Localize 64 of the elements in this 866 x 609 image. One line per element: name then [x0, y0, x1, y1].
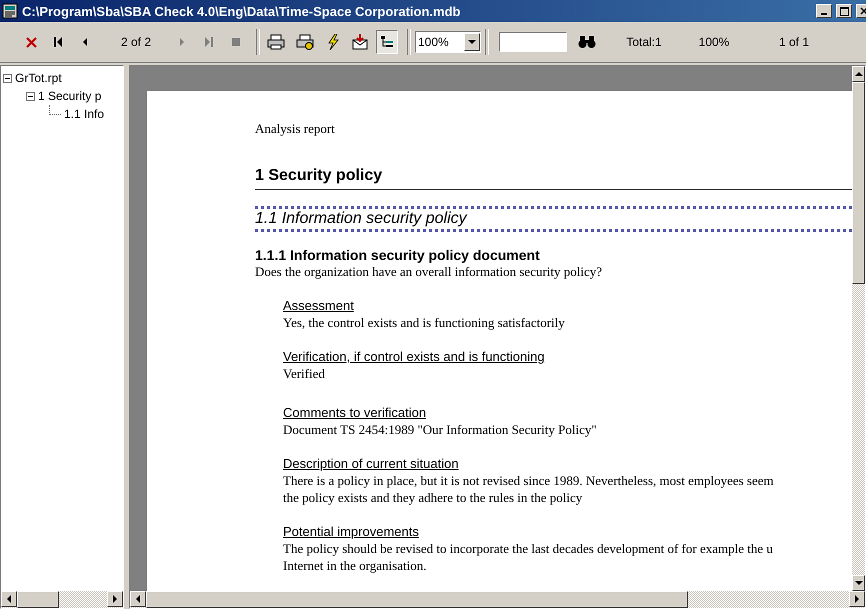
scrollbar-thumb[interactable]	[17, 591, 59, 608]
binoculars-icon	[578, 35, 596, 49]
scrollbar-thumb[interactable]	[852, 82, 865, 284]
scroll-left-button[interactable]	[1, 591, 17, 607]
field-value: There is a policy in place, but it is not revised since 1989. Nevertheless, most employees seem	[283, 472, 775, 489]
search-field[interactable]	[499, 32, 567, 52]
field-value: The policy should be revised to incorporate the last decades development of for example the u	[283, 540, 774, 557]
window-title: C:\Program\Sba\SBA Check 4.0\Eng\Data\Time-Space Corporation.mdb	[22, 4, 462, 18]
right-arrow-icon	[111, 595, 119, 603]
minimize-button[interactable]	[816, 4, 832, 18]
subsection-heading[interactable]: 1.1 Information security policy	[255, 206, 852, 232]
printer-icon	[296, 34, 314, 50]
group-tree-toggle[interactable]	[376, 30, 398, 54]
lightning-icon	[327, 34, 339, 50]
field-label: Comments to verification	[283, 404, 428, 421]
field-value: the policy exists and they adhere to the rules in the policy	[283, 489, 584, 506]
scroll-up-button[interactable]	[852, 66, 865, 82]
report-header: Analysis report	[255, 121, 335, 136]
zoom-dropdown[interactable]: 100%	[415, 31, 481, 53]
field-value: Yes, the control exists and is functioning satisfactorily	[283, 314, 566, 331]
maximize-button[interactable]	[836, 4, 852, 18]
previous-icon	[81, 38, 89, 46]
down-arrow-icon	[854, 579, 862, 587]
subsubsection-heading: 1.1.1 Information security policy document	[255, 247, 541, 263]
field-label: Description of current situation	[283, 455, 460, 472]
tree-item[interactable]: 1.1 Info	[64, 107, 104, 121]
last-page-icon	[204, 36, 214, 48]
field-label: Verification, if control exists and is functioning	[283, 348, 546, 365]
total-count: Total:1	[625, 35, 663, 49]
maximize-icon	[840, 6, 848, 16]
close-icon	[26, 36, 36, 48]
right-arrow-icon	[853, 595, 861, 603]
dropdown-button[interactable]	[464, 33, 480, 51]
collapse-toggle[interactable]	[3, 74, 12, 82]
close-icon	[860, 7, 866, 15]
next-icon	[178, 38, 186, 46]
collapse-toggle[interactable]	[26, 92, 35, 100]
tree-icon	[380, 35, 394, 49]
caret-icon	[468, 38, 476, 46]
left-arrow-icon	[5, 595, 13, 603]
tree-item[interactable]: 1 Security p	[38, 89, 102, 103]
scroll-down-button[interactable]	[852, 575, 865, 591]
scroll-right-button[interactable]	[107, 591, 123, 607]
printer-icon	[267, 34, 285, 50]
field-label: Assessment	[283, 297, 355, 314]
tree-item[interactable]: GrTot.rpt	[15, 71, 62, 85]
field-value: Document TS 2454:1989 "Our Information Security Policy"	[283, 421, 598, 438]
progress-percent: 100%	[698, 35, 730, 49]
section-heading: 1 Security policy	[255, 145, 852, 190]
record-indicator: 1 of 1	[778, 35, 810, 49]
app-icon	[2, 3, 18, 19]
field-value: Internet in the organisation.	[283, 557, 428, 574]
question-text: Does the organization have an overall information security policy?	[255, 263, 604, 280]
scrollbar-thumb[interactable]	[146, 591, 688, 608]
up-arrow-icon	[854, 70, 862, 78]
field-value: Verified	[283, 365, 326, 382]
scroll-left-button[interactable]	[130, 591, 146, 607]
page-indicator: 2 of 2	[120, 35, 152, 49]
scroll-right-button[interactable]	[849, 591, 865, 607]
envelope-icon	[352, 34, 368, 50]
first-page-icon	[53, 36, 63, 48]
field-label: Potential improvements	[283, 523, 420, 540]
left-arrow-icon	[134, 595, 142, 603]
stop-icon	[232, 38, 240, 46]
